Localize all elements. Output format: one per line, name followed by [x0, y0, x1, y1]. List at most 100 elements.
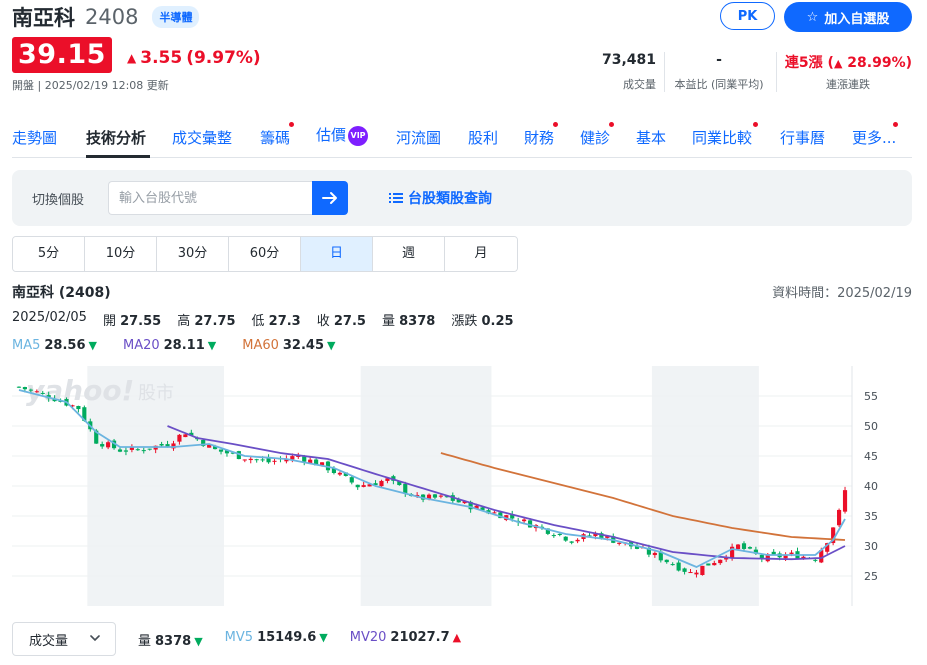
tab-chips[interactable]: 籌碼 — [260, 127, 290, 148]
ohlc-row: 2025/02/05 開 27.55 高 27.75 低 27.3 收 27.5… — [12, 310, 514, 329]
y-tick-label: 45 — [864, 450, 878, 463]
candle-body — [438, 495, 443, 497]
tab-trend[interactable]: 走勢圖 — [12, 127, 57, 148]
add-watchlist-button[interactable]: ☆ 加入自選股 — [784, 2, 912, 32]
indicator-select[interactable]: 成交量 — [12, 622, 116, 656]
divider — [664, 52, 665, 92]
candle-body — [712, 562, 717, 566]
svg-text:股市: 股市 — [138, 383, 174, 404]
tab-more[interactable]: 更多... — [852, 127, 896, 148]
period-month[interactable]: 月 — [445, 237, 517, 271]
candlestick-chart[interactable]: yahoo! 股市 25 30 35 40 45 50 55 — [12, 366, 912, 608]
chevron-down-icon — [90, 635, 100, 642]
candle-body — [682, 568, 687, 572]
period-10min[interactable]: 10分 — [85, 237, 157, 271]
candle-body — [218, 449, 224, 452]
candle-body — [100, 444, 105, 447]
candle-body — [117, 449, 123, 452]
stat-streak: 連5漲 (▲ 28.99%) 連漲連跌 — [780, 52, 912, 92]
notification-dot — [893, 122, 898, 127]
ma60-line — [440, 452, 846, 541]
market-status: 開盤 | 2025/02/19 12:08 更新 — [12, 79, 169, 92]
volume-legend: 量 8378 ▼ MV5 15149.6 ▼ MV20 21027.7 ▲ — [138, 630, 461, 649]
volume-label: 成交量 — [623, 78, 656, 91]
candle-body — [183, 434, 188, 438]
vol-legend: 量 8378 ▼ — [138, 634, 203, 649]
candle-body — [260, 459, 265, 461]
candle-body — [813, 559, 818, 561]
candle-body — [741, 543, 747, 549]
candle-body — [248, 458, 253, 461]
tab-calendar[interactable]: 行事曆 — [780, 127, 825, 148]
ma20-legend: MA20 28.11 ▼ — [122, 338, 217, 353]
tab-technical[interactable]: 技術分析 — [86, 127, 146, 148]
candle-body — [34, 391, 39, 393]
tab-basic[interactable]: 基本 — [636, 127, 666, 148]
candle-body — [652, 552, 657, 556]
category-lookup-label: 台股類股查詢 — [408, 191, 492, 207]
search-submit-button[interactable] — [312, 181, 348, 215]
tab-trade-summary[interactable]: 成交彙整 — [172, 127, 232, 148]
period-30min[interactable]: 30分 — [157, 237, 229, 271]
candle-body — [670, 564, 675, 566]
candle-body — [789, 552, 794, 554]
y-tick-label: 40 — [864, 480, 878, 493]
switch-stock-label: 切換個股 — [32, 193, 85, 208]
list-icon — [389, 193, 403, 203]
candle-body — [106, 442, 111, 448]
volume-value: 73,481 — [601, 52, 656, 68]
change-percent: (9.97%) — [186, 48, 261, 68]
tab-river[interactable]: 河流圖 — [396, 127, 441, 148]
period-week[interactable]: 週 — [373, 237, 445, 271]
ohlc-close: 收 27.5 — [316, 314, 366, 329]
ohlc-change: 漲跌 0.25 — [451, 314, 514, 329]
ohlc-high: 高 27.75 — [177, 314, 236, 329]
candle-body — [557, 533, 562, 535]
period-day[interactable]: 日 — [301, 237, 373, 271]
pe-value: - — [716, 52, 722, 68]
candle-body — [147, 448, 152, 450]
candle-body — [361, 485, 366, 487]
ma60-legend: MA60 32.45 ▼ — [242, 338, 336, 353]
tab-financial[interactable]: 財務 — [524, 127, 554, 148]
notification-dot — [753, 122, 758, 127]
tab-peer-comparison[interactable]: 同業比較 — [692, 127, 752, 148]
candle-body — [575, 539, 580, 542]
tab-health[interactable]: 健診 — [580, 127, 610, 148]
star-icon: ☆ — [806, 9, 819, 25]
y-tick-label: 55 — [864, 390, 878, 403]
tab-dividend[interactable]: 股利 — [468, 127, 498, 148]
ma5-legend: MA5 28.56 ▼ — [12, 338, 97, 353]
candle-body — [349, 477, 354, 483]
candle-body — [771, 551, 776, 555]
candle-body — [617, 542, 622, 544]
streak-value: 連5漲 (▲ 28.99%) — [784, 55, 912, 71]
stock-code-input[interactable] — [108, 181, 312, 215]
period-5min[interactable]: 5分 — [13, 237, 85, 271]
candle-body — [28, 389, 33, 391]
candle-body — [735, 544, 741, 550]
candle-body — [141, 450, 146, 452]
candle-body — [432, 494, 438, 498]
notification-dot — [609, 122, 614, 127]
pe-label: 本益比 (同業平均) — [674, 78, 764, 91]
ohlc-volume: 量 8378 — [381, 314, 436, 329]
sector-tag[interactable]: 半導體 — [152, 6, 200, 28]
category-lookup-link[interactable]: 台股類股查詢 — [389, 188, 492, 208]
mv20-legend: MV20 21027.7 ▲ — [349, 630, 462, 645]
pk-button[interactable]: PK — [720, 2, 775, 30]
period-60min[interactable]: 60分 — [229, 237, 301, 271]
candle-body — [272, 460, 277, 462]
candle-body — [688, 572, 693, 574]
y-tick-label: 35 — [864, 510, 878, 523]
candle-body — [403, 483, 408, 494]
candle-body — [16, 386, 22, 388]
svg-text:yahoo!: yahoo! — [26, 374, 134, 407]
candle-body — [242, 459, 247, 461]
change-value: 3.55 — [140, 48, 183, 68]
price-change: ▲ 3.55 (9.97%) — [127, 48, 261, 68]
indicator-select-label: 成交量 — [29, 633, 69, 649]
stock-name: 南亞科 — [12, 6, 75, 30]
tab-valuation[interactable]: 估價 VIP — [316, 124, 369, 146]
candle-body — [676, 562, 681, 571]
